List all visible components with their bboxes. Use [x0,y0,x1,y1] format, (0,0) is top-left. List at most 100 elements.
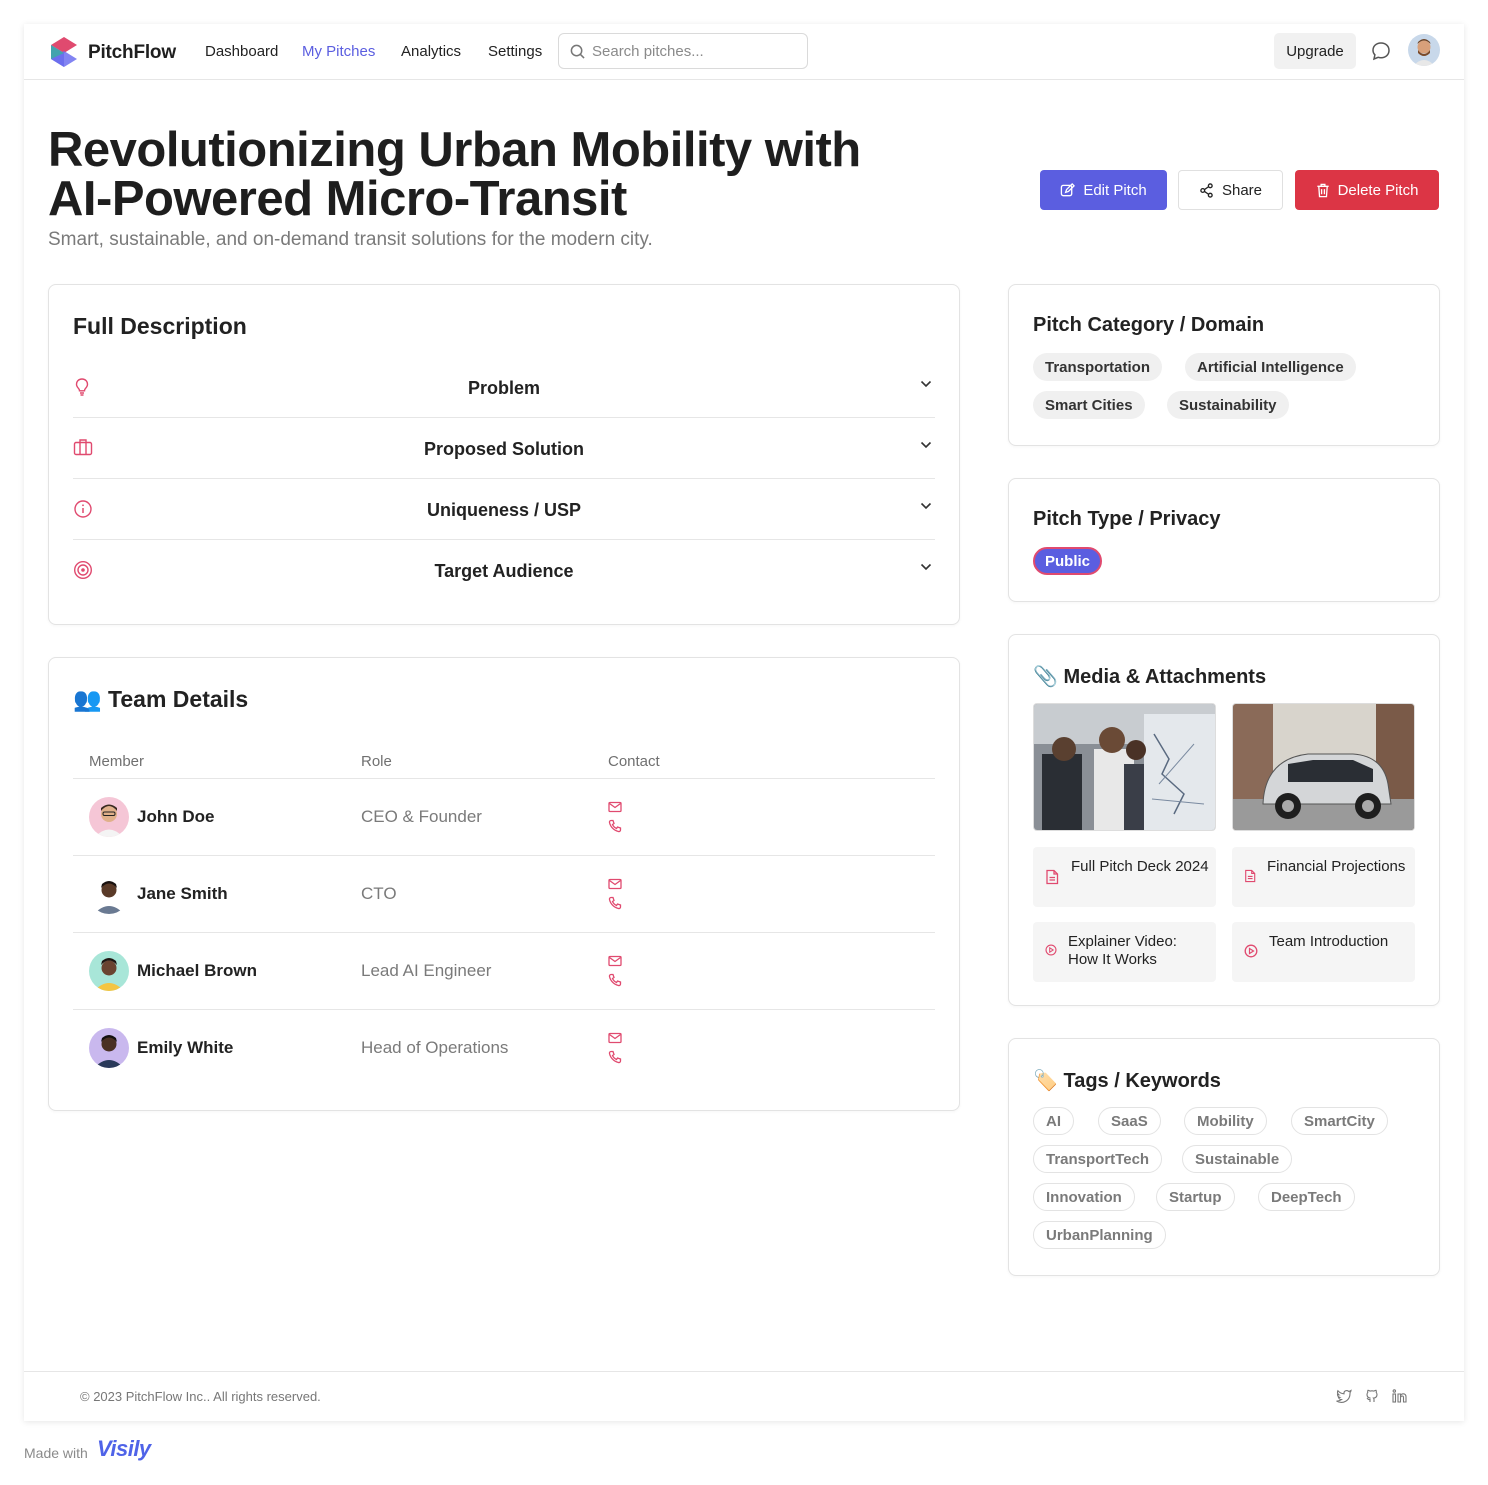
tag-chip: SaaS [1098,1107,1161,1135]
app-window: PitchFlow Dashboard My Pitches Analytics… [24,24,1464,1421]
visily-logo[interactable]: Visily [97,1436,151,1462]
member-name: Michael Brown [137,961,257,980]
share-button[interactable]: Share [1178,170,1283,210]
attachment-team-intro[interactable]: Team Introduction [1232,922,1415,982]
description-card: Full Description Problem Proposed Soluti… [48,284,960,625]
trash-icon [1316,183,1329,197]
column-role: Role [361,753,392,770]
category-chip: Sustainability [1167,391,1289,419]
nav-my-pitches[interactable]: My Pitches [302,43,375,60]
search-icon [570,44,585,59]
nav-dashboard[interactable]: Dashboard [205,43,278,60]
attachment-label: Full Pitch Deck 2024 [1071,858,1209,875]
search-box [558,33,808,69]
avatar [89,1028,129,1068]
member-name: John Doe [137,807,215,826]
attachment-label: Financial Projections [1267,858,1406,875]
tag-chip: Sustainable [1182,1145,1293,1173]
media-heading: 📎 Media & Attachments [1033,666,1267,688]
chevron-down-icon [920,380,932,388]
avatar [89,797,129,837]
table-row: John Doe CEO & Founder [73,778,935,855]
member-role: CTO [361,884,397,903]
team-heading: 👥 Team Details [73,686,249,712]
attachment-explainer-video[interactable]: Explainer Video: How It Works [1033,922,1216,982]
document-icon [1245,869,1256,883]
mail-icon[interactable] [608,1032,622,1044]
document-icon [1046,869,1059,885]
nav-settings[interactable]: Settings [488,43,542,60]
tag-chip: Innovation [1033,1183,1135,1211]
pitchflow-logo-icon [51,37,77,67]
chevron-down-icon [920,563,932,571]
privacy-card: Pitch Type / Privacy Public [1008,478,1440,602]
search-input[interactable] [592,34,802,68]
attachment-financials[interactable]: Financial Projections [1232,847,1415,907]
phone-icon[interactable] [608,819,622,833]
team-card: 👥 Team Details Member Role Contact John … [48,657,960,1111]
member-name: Jane Smith [137,884,228,903]
mail-icon[interactable] [608,878,622,890]
share-icon [1200,182,1213,198]
tag-chip: Mobility [1184,1107,1267,1135]
phone-icon[interactable] [608,973,622,987]
category-chip: Artificial Intelligence [1185,353,1356,381]
footer: © 2023 PitchFlow Inc.. All rights reserv… [24,1371,1464,1421]
category-chip: Smart Cities [1033,391,1145,419]
edit-pitch-button[interactable]: Edit Pitch [1040,170,1167,210]
tag-chip: SmartCity [1291,1107,1388,1135]
accordion-uniqueness-label: Uniqueness / USP [426,500,582,520]
media-card: 📎 Media & Attachments Full Pitch Deck 20… [1008,634,1440,1006]
table-row: Jane Smith CTO [73,855,935,932]
phone-icon[interactable] [608,896,622,910]
category-chip: Transportation [1033,353,1163,381]
accordion-uniqueness[interactable]: Uniqueness / USP [73,479,935,540]
delete-pitch-label: Delete Pitch [1337,181,1419,199]
play-circle-icon [1244,944,1258,958]
phone-icon[interactable] [608,1050,622,1064]
linkedin-icon[interactable] [1392,1389,1407,1403]
tag-chip: Startup [1156,1183,1235,1211]
page-title: Revolutionizing Urban Mobility with AI-P… [48,123,861,226]
copyright-text: © 2023 PitchFlow Inc.. All rights reserv… [80,1389,321,1404]
table-row: Michael Brown Lead AI Engineer [73,932,935,1009]
accordion-target-audience[interactable]: Target Audience [73,540,935,601]
tag-chip: TransportTech [1033,1145,1163,1173]
made-with-text: Made with [24,1445,88,1461]
media-thumbnail-students[interactable] [1033,703,1216,831]
category-card: Pitch Category / Domain Transportation A… [1008,284,1440,446]
accordion-audience-label: Target Audience [434,561,574,581]
member-role: CEO & Founder [361,807,482,826]
page-subtitle: Smart, sustainable, and on-demand transi… [48,229,653,250]
nav-analytics[interactable]: Analytics [401,43,461,60]
tag-chip: AI [1033,1107,1074,1135]
user-avatar[interactable] [1408,34,1440,66]
mail-icon[interactable] [608,955,622,967]
github-icon[interactable] [1365,1389,1379,1403]
tags-heading: 🏷️ Tags / Keywords [1033,1070,1221,1092]
twitter-icon[interactable] [1336,1389,1352,1403]
chevron-down-icon [920,441,932,449]
member-role: Lead AI Engineer [361,961,492,980]
attachment-label: Team Introduction [1269,933,1389,950]
delete-pitch-button[interactable]: Delete Pitch [1295,170,1439,210]
accordion-problem[interactable]: Problem [73,357,935,418]
mail-icon[interactable] [608,801,622,813]
brand-name: PitchFlow [88,42,176,63]
top-nav: PitchFlow Dashboard My Pitches Analytics… [24,24,1464,80]
tag-chip: UrbanPlanning [1033,1221,1166,1249]
avatar [89,951,129,991]
tags-card: 🏷️ Tags / Keywords AI SaaS Mobility Smar… [1008,1038,1440,1276]
member-role: Head of Operations [361,1038,509,1057]
attachment-pitch-deck[interactable]: Full Pitch Deck 2024 [1033,847,1216,907]
accordion-problem-label: Problem [467,378,541,398]
member-name: Emily White [137,1038,234,1057]
accordion-proposed-solution[interactable]: Proposed Solution [73,418,935,479]
avatar [89,874,129,914]
upgrade-button[interactable]: Upgrade [1274,33,1356,69]
chat-icon[interactable] [1371,41,1391,61]
table-row: Emily White Head of Operations [73,1009,935,1085]
media-thumbnail-vehicle[interactable] [1232,703,1415,831]
share-label: Share [1221,181,1263,199]
edit-pitch-label: Edit Pitch [1083,181,1147,199]
